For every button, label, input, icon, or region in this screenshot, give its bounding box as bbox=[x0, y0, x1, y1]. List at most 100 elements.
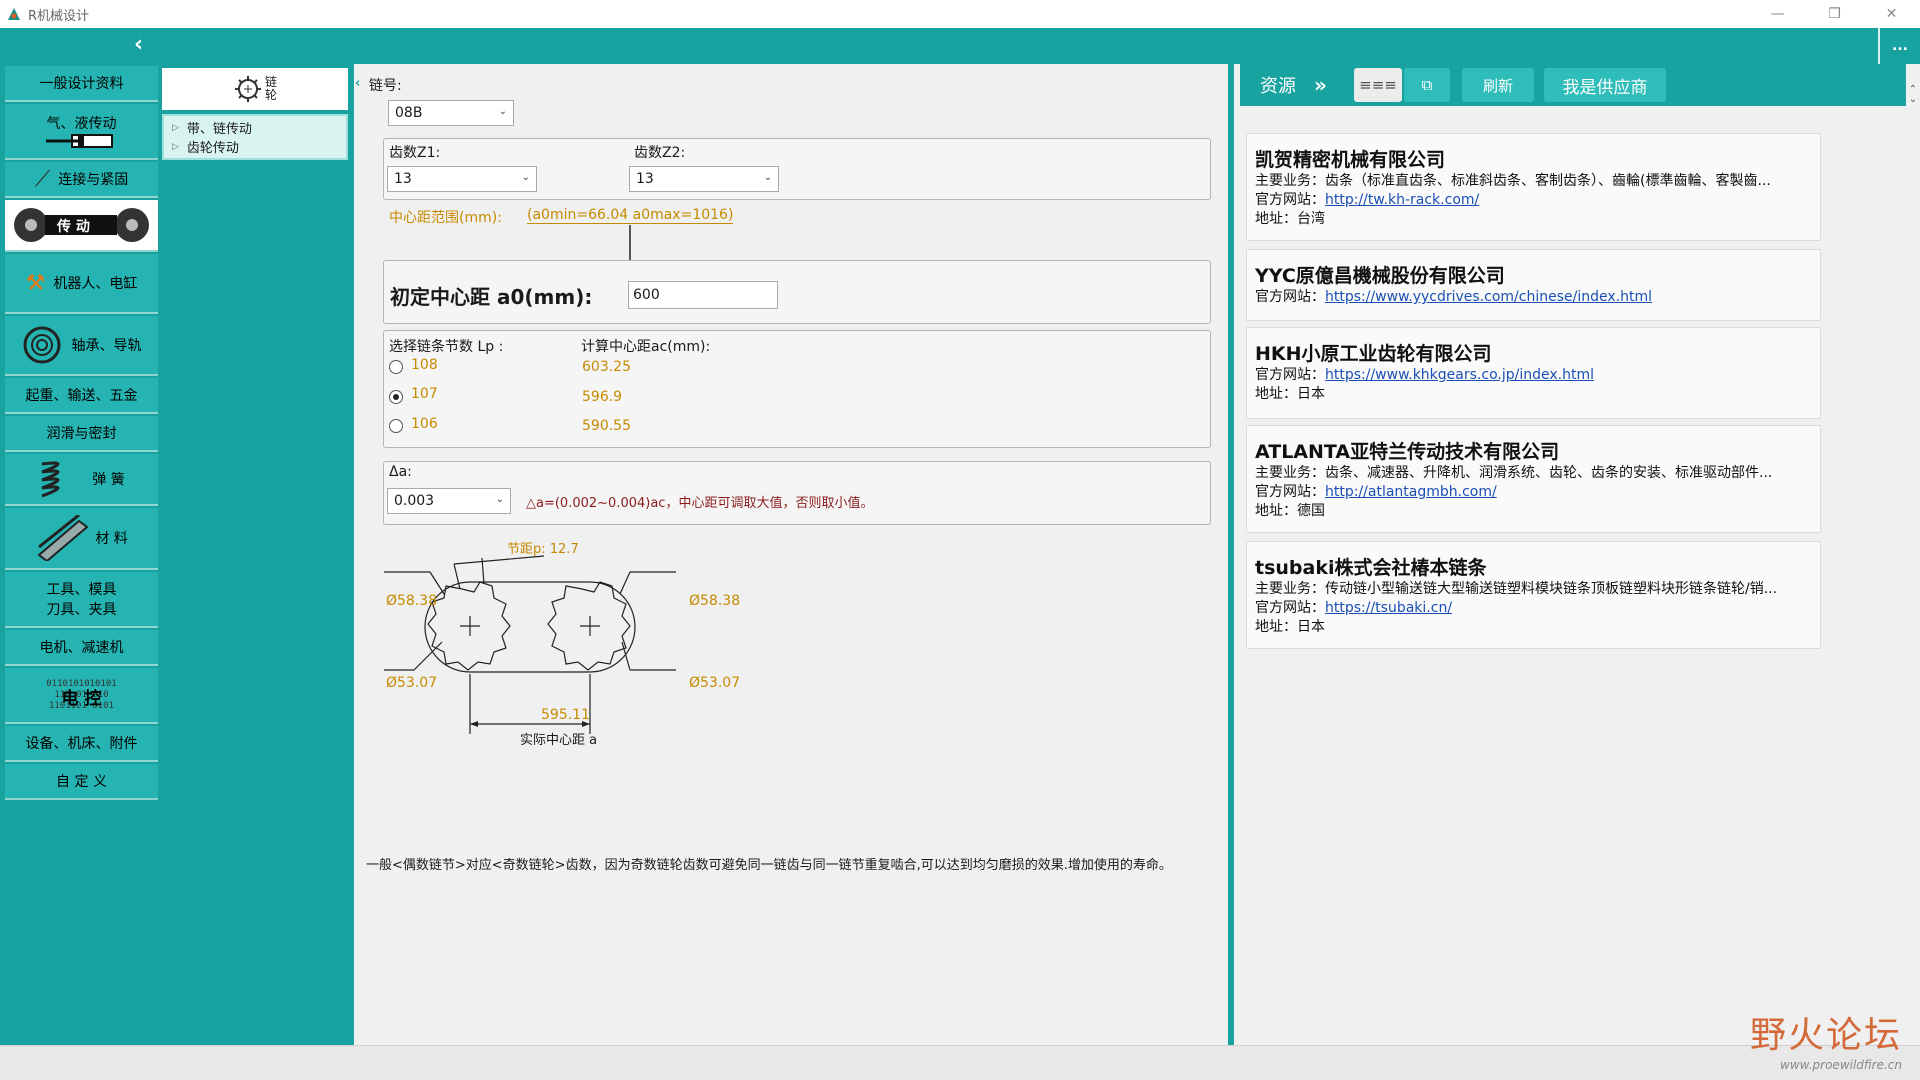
company-website-link[interactable]: http://tw.kh-rack.com/ bbox=[1325, 192, 1479, 208]
company-card[interactable]: ATLANTA亚特兰传动技术有限公司 主要业务：齿条、减速器、升降机、润滑系统、… bbox=[1246, 425, 1821, 533]
nav-item-spring[interactable]: 弹 簧 bbox=[5, 454, 158, 506]
company-website-link[interactable]: http://atlantagmbh.com/ bbox=[1325, 484, 1497, 500]
nav-item-label: 起重、输送、五金 bbox=[25, 388, 138, 404]
top-toolbar: ‹ ... bbox=[0, 28, 1920, 64]
minimize-button[interactable]: — bbox=[1749, 0, 1806, 28]
expand-arrow-icon[interactable]: ▷ bbox=[172, 123, 179, 133]
left-nav: 一般设计资料 气、液传动 ⟋ 连接与紧固 传 动 ⚒ 机器人、电缸 轴承、导轨 … bbox=[0, 64, 158, 1045]
tree-panel: 链 轮 ▷ 带、链传动 ▷ 齿轮传动 bbox=[158, 64, 354, 1045]
nav-item-equipment[interactable]: 设备、机床、附件 bbox=[5, 726, 158, 762]
double-chevron-right-icon[interactable]: » bbox=[1314, 73, 1327, 97]
scroll-down-icon[interactable]: ⌄ bbox=[1906, 94, 1920, 105]
copy-button[interactable]: ⧉ bbox=[1404, 68, 1450, 102]
range-value: (a0min=66.04 a0max=1016) bbox=[527, 207, 734, 224]
company-name: YYC原億昌機械股份有限公司 bbox=[1255, 265, 1505, 287]
lp-radio-106[interactable] bbox=[389, 419, 403, 433]
z2-label: 齿数Z2: bbox=[634, 145, 686, 161]
nav-item-fastening[interactable]: ⟋ 连接与紧固 bbox=[5, 162, 158, 198]
collapse-tree-icon[interactable]: ‹ bbox=[355, 76, 360, 91]
delta-value: 0.003 bbox=[394, 493, 435, 509]
pitch-label: 节距p: 12.7 bbox=[507, 542, 579, 557]
nav-item-bearing[interactable]: 轴承、导轨 bbox=[5, 316, 158, 376]
status-bar bbox=[0, 1045, 1920, 1080]
diameter-inner-right: Ø53.07 bbox=[689, 675, 741, 691]
refresh-button[interactable]: 刷新 bbox=[1462, 68, 1534, 102]
more-menu-button[interactable]: ... bbox=[1878, 28, 1920, 64]
ac-label: 计算中心距ac(mm): bbox=[581, 339, 711, 355]
cylinder-icon bbox=[45, 134, 113, 148]
app-logo-icon bbox=[6, 6, 22, 22]
chain-no-select[interactable]: 08B ⌄ bbox=[388, 100, 514, 126]
company-card[interactable]: HKH小原工业齿轮有限公司 官方网站：https://www.khkgears.… bbox=[1246, 327, 1821, 419]
watermark-title: 野火论坛 bbox=[1749, 1015, 1902, 1056]
nav-item-label: 设备、机床、附件 bbox=[25, 736, 138, 752]
company-website: 官方网站：https://tsubaki.cn/ bbox=[1255, 600, 1453, 616]
nav-item-general[interactable]: 一般设计资料 bbox=[5, 66, 158, 102]
tree-item-gear[interactable]: ▷ 齿轮传动 bbox=[172, 137, 338, 156]
nav-item-lifting[interactable]: 起重、输送、五金 bbox=[5, 378, 158, 414]
nav-item-motor[interactable]: 电机、减速机 bbox=[5, 630, 158, 666]
spring-icon bbox=[41, 461, 60, 498]
nav-item-label: 弹 簧 bbox=[92, 472, 125, 488]
nav-item-electric[interactable]: 0110101010101 110 01 010 1101101 0101 电 控 bbox=[5, 668, 158, 724]
a0-input[interactable]: 600 bbox=[628, 281, 778, 309]
chevron-down-icon: ⌄ bbox=[498, 106, 507, 117]
company-address: 地址：日本 bbox=[1255, 619, 1325, 635]
nav-item-material[interactable]: 材 料 bbox=[5, 508, 158, 570]
company-business: 主要业务：传动链小型输送链大型输送链塑料模块链条顶板链塑料块形链条链轮/销... bbox=[1255, 581, 1778, 597]
nav-item-transmission[interactable]: 传 动 bbox=[5, 200, 158, 252]
nav-item-robot[interactable]: ⚒ 机器人、电缸 bbox=[5, 254, 158, 314]
center-distance-value: 595.11 bbox=[541, 707, 590, 723]
supplier-button[interactable]: 我是供应商 bbox=[1544, 68, 1666, 102]
i-beam-icon bbox=[37, 515, 89, 561]
chevron-down-icon: ⌄ bbox=[521, 172, 530, 183]
nav-item-label-line2: 刀具、夹具 bbox=[46, 602, 117, 618]
resource-panel: 资源 » ≡≡≡ ⧉ 刷新 我是供应商 ⌃ ⌄ 凯贺精密机械有限公司 主要业务：… bbox=[1234, 64, 1920, 1045]
footnote: 一般<偶数链节>对应<奇数链轮>齿数，因为奇数链轮齿数可避免同一链齿与同一链节重… bbox=[366, 858, 1172, 873]
nav-item-lubrication[interactable]: 润滑与密封 bbox=[5, 416, 158, 452]
ac-value: 596.9 bbox=[582, 389, 623, 405]
nav-item-label: 传 动 bbox=[57, 219, 90, 235]
resource-title: 资源 bbox=[1260, 76, 1296, 97]
company-website-link[interactable]: https://tsubaki.cn/ bbox=[1325, 600, 1452, 616]
restore-button[interactable]: ❐ bbox=[1806, 0, 1863, 28]
company-card[interactable]: YYC原億昌機械股份有限公司 官方网站：https://www.yycdrive… bbox=[1246, 249, 1821, 321]
company-website: 官方网站：https://www.yycdrives.com/chinese/i… bbox=[1255, 289, 1652, 305]
lp-value: 107 bbox=[411, 386, 438, 402]
nav-item-tools[interactable]: 工具、模具 刀具、夹具 bbox=[5, 572, 158, 628]
nav-item-label: 电 控 bbox=[61, 689, 102, 709]
z1-select[interactable]: 13 ⌄ bbox=[387, 166, 537, 192]
watermark-url: www.proewildfire.cn bbox=[1780, 1058, 1902, 1072]
lp-radio-108[interactable] bbox=[389, 360, 403, 374]
tree-header-sprocket[interactable]: 链 轮 bbox=[162, 68, 348, 110]
a0-label: 初定中心距 a0(mm): bbox=[390, 285, 593, 309]
delta-select[interactable]: 0.003 ⌄ bbox=[387, 488, 511, 514]
lp-value: 108 bbox=[411, 357, 438, 373]
nav-item-pneumatic[interactable]: 气、液传动 bbox=[5, 104, 158, 160]
z1-value: 13 bbox=[394, 171, 412, 187]
lp-radio-107[interactable] bbox=[389, 390, 403, 404]
window-title: R机械设计 bbox=[28, 8, 90, 24]
nav-item-label: 材 料 bbox=[95, 531, 128, 547]
sprocket-icon bbox=[234, 76, 261, 102]
tree-item-belt-chain[interactable]: ▷ 带、链传动 bbox=[172, 118, 338, 137]
chain-diagram bbox=[384, 555, 676, 734]
nav-item-label: 一般设计资料 bbox=[39, 76, 124, 92]
delta-label: Δa: bbox=[389, 464, 412, 480]
list-view-button[interactable]: ≡≡≡ bbox=[1354, 68, 1402, 102]
range-label: 中心距范围(mm): bbox=[389, 210, 502, 226]
center-distance-label: 实际中心距 a bbox=[520, 733, 598, 748]
delta-note: △a=(0.002~0.004)ac，中心距可调取大值，否则取小值。 bbox=[526, 496, 874, 511]
nav-item-label: 气、液传动 bbox=[46, 116, 117, 132]
company-address: 地址：台湾 bbox=[1255, 211, 1325, 227]
expand-arrow-icon[interactable]: ▷ bbox=[172, 142, 179, 152]
z2-select[interactable]: 13 ⌄ bbox=[629, 166, 779, 192]
company-card[interactable]: tsubaki株式会社椿本链条 主要业务：传动链小型输送链大型输送链塑料模块链条… bbox=[1246, 541, 1821, 649]
company-website-link[interactable]: https://www.yycdrives.com/chinese/index.… bbox=[1325, 289, 1652, 305]
chevron-left-icon[interactable]: ‹ bbox=[134, 32, 143, 57]
company-website-link[interactable]: https://www.khkgears.co.jp/index.html bbox=[1325, 367, 1594, 383]
nav-item-custom[interactable]: 自 定 义 bbox=[5, 764, 158, 800]
company-card[interactable]: 凯贺精密机械有限公司 主要业务：齿条（标准直齿条、标准斜齿条、客制齿条）、齒輪(… bbox=[1246, 133, 1821, 241]
lp-group bbox=[383, 330, 1211, 448]
close-button[interactable]: ✕ bbox=[1863, 0, 1920, 28]
